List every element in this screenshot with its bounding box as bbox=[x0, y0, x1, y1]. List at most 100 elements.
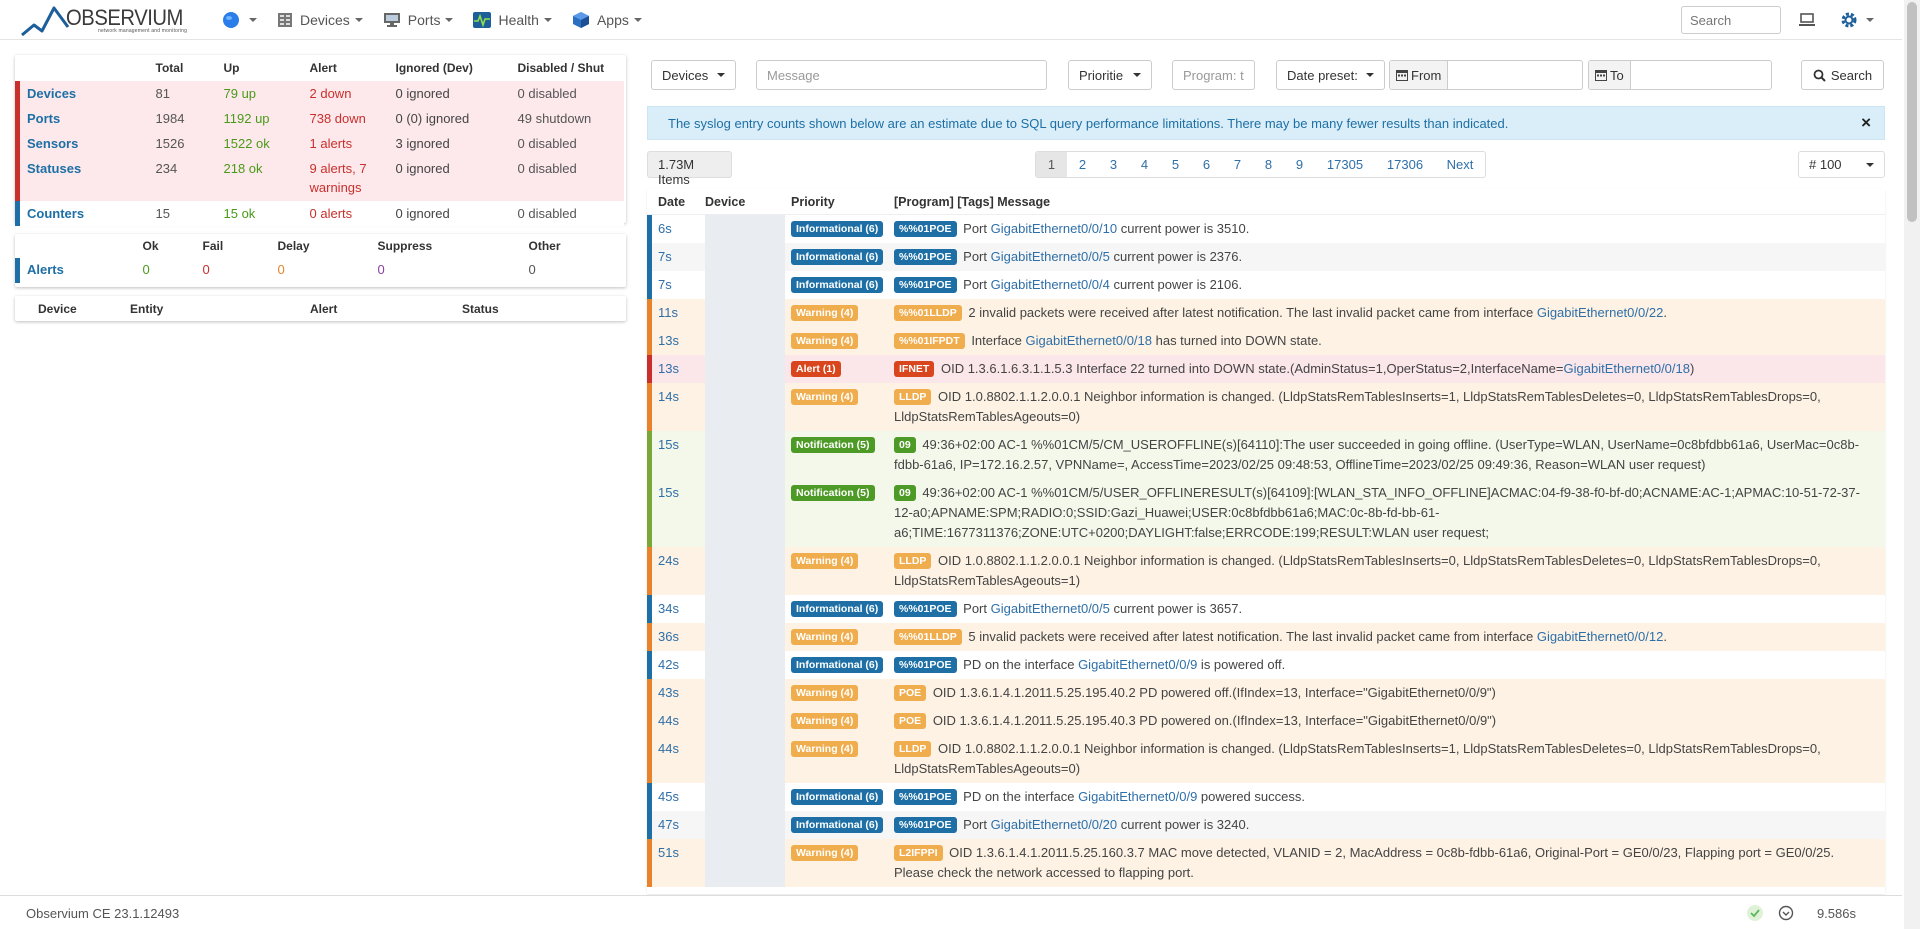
screen-toggle-button[interactable] bbox=[1799, 0, 1815, 40]
alert-entities-table: Device Entity Alert Status bbox=[15, 296, 626, 321]
log-message: POE OID 1.3.6.1.4.1.2011.5.25.195.40.3 P… bbox=[894, 707, 1885, 731]
page-link[interactable]: 8 bbox=[1253, 152, 1284, 177]
log-date-link[interactable]: 44s bbox=[652, 707, 705, 731]
interface-link[interactable]: GigabitEthernet0/0/10 bbox=[991, 221, 1117, 236]
syslog-row: 34s Informational (6) %%01POE Port Gigabit… bbox=[647, 595, 1885, 623]
nav-health[interactable]: Health bbox=[463, 0, 561, 40]
interface-link[interactable]: GigabitEthernet0/0/4 bbox=[991, 277, 1110, 292]
log-message-text: 49:36+02:00 AC-1 %%01CM/5/CM_USEROFFLINE… bbox=[894, 437, 1860, 472]
log-date-link[interactable]: 13s bbox=[652, 327, 705, 351]
server-icon bbox=[278, 13, 292, 27]
log-date-link[interactable]: 42s bbox=[652, 651, 705, 675]
cube-icon bbox=[572, 12, 589, 28]
program-tag-badge: IFNET bbox=[894, 360, 935, 377]
log-date-link[interactable]: 34s bbox=[652, 595, 705, 619]
page-link[interactable]: 4 bbox=[1129, 152, 1160, 177]
page-link[interactable]: 3 bbox=[1098, 152, 1129, 177]
log-date-link[interactable]: 15s bbox=[652, 479, 705, 503]
sensors-link[interactable]: Sensors bbox=[20, 136, 78, 151]
nav-devices[interactable]: Devices bbox=[267, 0, 373, 40]
next-page-link[interactable]: Next bbox=[1435, 152, 1485, 177]
log-date-link[interactable]: 36s bbox=[652, 623, 705, 647]
log-date-link[interactable]: 45s bbox=[652, 783, 705, 807]
devices-filter-select[interactable]: Devices bbox=[651, 60, 736, 90]
alerts-ok: 0 bbox=[142, 262, 150, 277]
to-date-input[interactable]: To bbox=[1588, 60, 1772, 90]
observium-logo[interactable]: OBSERVIUM network management and monitor… bbox=[20, 3, 188, 37]
log-message-suffix: current power is 3240. bbox=[1117, 817, 1250, 832]
interface-link[interactable]: GigabitEthernet0/0/18 bbox=[1026, 333, 1152, 348]
from-date-input[interactable]: From bbox=[1389, 60, 1583, 90]
entity-col-alert: Alert bbox=[310, 301, 338, 316]
log-col-priority: Priority bbox=[791, 194, 835, 209]
interface-link[interactable]: GigabitEthernet0/0/12 bbox=[1537, 629, 1663, 644]
log-date-link[interactable]: 7s bbox=[652, 243, 705, 267]
log-date-link[interactable]: 51s bbox=[652, 839, 705, 863]
log-date-link[interactable]: 6s bbox=[652, 215, 705, 239]
page-link[interactable]: 5 bbox=[1160, 152, 1191, 177]
page-link[interactable]: 6 bbox=[1191, 152, 1222, 177]
log-message: %%01LLDP 2 invalid packets were received… bbox=[894, 299, 1885, 323]
per-page-label: # 100 bbox=[1809, 157, 1842, 172]
nav-apps[interactable]: Apps bbox=[562, 0, 652, 40]
nav-ports-label: Ports bbox=[407, 12, 441, 28]
per-page-select[interactable]: # 100 bbox=[1798, 151, 1885, 178]
log-message-suffix: . bbox=[1663, 305, 1667, 320]
statuses-link[interactable]: Statuses bbox=[20, 161, 81, 176]
interface-link[interactable]: GigabitEthernet0/0/5 bbox=[991, 601, 1110, 616]
log-message-text: OID 1.0.8802.1.1.2.0.0.1 Neighbor inform… bbox=[894, 741, 1821, 776]
pagination: 1 2 3 4 5 6 7 8 9 17305 17306 Next bbox=[1035, 151, 1486, 178]
statuses-ignored: 0 ignored bbox=[395, 161, 450, 176]
log-date-link[interactable]: 13s bbox=[652, 355, 705, 379]
page-link[interactable]: 1 bbox=[1036, 152, 1067, 177]
log-date-link[interactable]: 24s bbox=[652, 547, 705, 571]
ports-link[interactable]: Ports bbox=[20, 111, 60, 126]
interface-link[interactable]: GigabitEthernet0/0/9 bbox=[1078, 657, 1197, 672]
priorities-filter-select[interactable]: Prioritie bbox=[1068, 60, 1152, 90]
interface-link[interactable]: GigabitEthernet0/0/22 bbox=[1537, 305, 1663, 320]
interface-link[interactable]: GigabitEthernet0/0/9 bbox=[1078, 789, 1197, 804]
page-link[interactable]: 7 bbox=[1222, 152, 1253, 177]
syslog-row: 47s Informational (6) %%01POE Port Gigabit… bbox=[647, 811, 1885, 839]
interface-link[interactable]: GigabitEthernet0/0/18 bbox=[1564, 361, 1690, 376]
col-header-disabled: Disabled / Shut bbox=[517, 61, 605, 75]
syslog-row: 51s Warning (4) L2IFPPI OID 1.3.6.1.4.1.20… bbox=[647, 839, 1885, 887]
nav-ports[interactable]: Ports bbox=[373, 0, 464, 40]
log-date-link[interactable]: 43s bbox=[652, 679, 705, 703]
page-link[interactable]: 2 bbox=[1067, 152, 1098, 177]
search-button[interactable]: Search bbox=[1801, 60, 1884, 90]
top-navbar: OBSERVIUM network management and monitor… bbox=[0, 0, 1902, 40]
nav-globe[interactable] bbox=[212, 0, 267, 40]
interface-link[interactable]: GigabitEthernet0/0/5 bbox=[991, 249, 1110, 264]
interface-link[interactable]: GigabitEthernet0/0/20 bbox=[991, 817, 1117, 832]
log-device-cell bbox=[705, 651, 785, 679]
page-link[interactable]: 17305 bbox=[1315, 152, 1375, 177]
date-presets-select[interactable]: Date preset: bbox=[1276, 60, 1385, 90]
message-filter-input[interactable]: Message bbox=[756, 60, 1047, 90]
page-scrollbar[interactable] bbox=[1904, 0, 1920, 929]
scrollbar-thumb[interactable] bbox=[1907, 2, 1917, 222]
page-link[interactable]: 17306 bbox=[1375, 152, 1435, 177]
log-message-text: PD on the interface bbox=[963, 657, 1079, 672]
statuses-disabled: 0 disabled bbox=[517, 161, 577, 176]
counters-link[interactable]: Counters bbox=[20, 206, 84, 221]
devices-link[interactable]: Devices bbox=[20, 86, 76, 101]
log-date-link[interactable]: 14s bbox=[652, 383, 705, 407]
log-message-text: 5 invalid packets were received after la… bbox=[968, 629, 1537, 644]
close-icon[interactable]: × bbox=[1861, 113, 1871, 133]
page-link[interactable]: 9 bbox=[1284, 152, 1315, 177]
global-search-input[interactable] bbox=[1681, 6, 1781, 34]
alerts-col-blank bbox=[18, 234, 143, 258]
priority-badge: Alert (1) bbox=[791, 360, 841, 377]
settings-menu[interactable] bbox=[1840, 0, 1874, 40]
log-date-link[interactable]: 15s bbox=[652, 431, 705, 455]
log-message-suffix: current power is 3510. bbox=[1117, 221, 1250, 236]
log-message: LLDP OID 1.0.8802.1.1.2.0.0.1 Neighbor i… bbox=[894, 383, 1885, 427]
log-date-link[interactable]: 44s bbox=[652, 735, 705, 759]
log-date-link[interactable]: 11s bbox=[652, 299, 705, 323]
log-date-link[interactable]: 7s bbox=[652, 271, 705, 295]
statuses-alert: 9 alerts, 7 warnings bbox=[309, 161, 367, 195]
alerts-link[interactable]: Alerts bbox=[20, 262, 64, 277]
log-date-link[interactable]: 47s bbox=[652, 811, 705, 835]
program-filter-input[interactable]: Program: t bbox=[1172, 60, 1255, 90]
